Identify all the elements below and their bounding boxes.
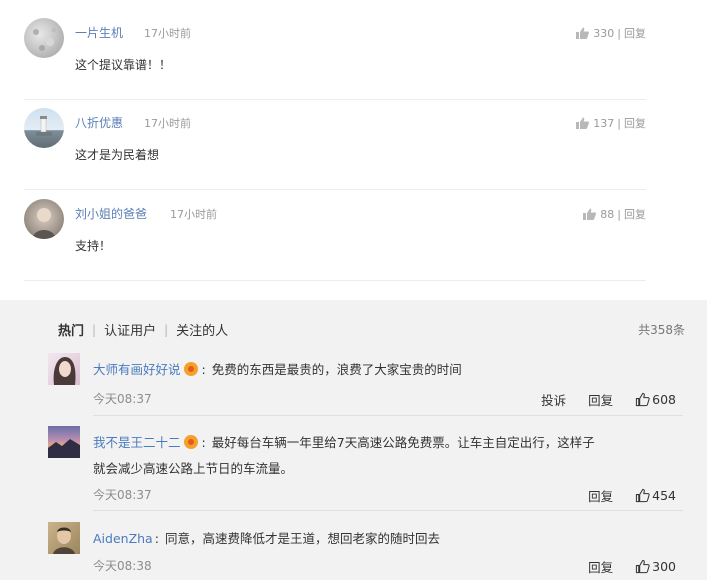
comment-filter-tabs: 热门 | 认证用户 | 关注的人 (58, 320, 228, 340)
avatar[interactable] (24, 108, 64, 148)
avatar[interactable] (48, 522, 80, 554)
comment-username[interactable]: 我不是王二十二 (93, 435, 181, 450)
reply-link[interactable]: 回复 (588, 557, 613, 576)
reply-link[interactable]: 回复 (588, 390, 613, 409)
like-count: 300 (652, 559, 676, 574)
divider (93, 510, 683, 511)
comment-text: 最好每台车辆一年里给7天高速公路免费票。让车主自定出行，这样子 (211, 435, 595, 450)
comment-text: 这才是为民着想 (75, 148, 160, 162)
colon: : (201, 435, 206, 450)
comment-item: 我不是王二十二: 最好每台车辆一年里给7天高速公路免费票。让车主自定出行，这样子 … (48, 426, 688, 511)
comment-text: 免费的东西是最贵的，浪费了大家宝贵的时间 (211, 362, 462, 377)
like-count: 608 (652, 392, 676, 407)
comment-body: 我不是王二十二: 最好每台车辆一年里给7天高速公路免费票。让车主自定出行，这样子 … (93, 430, 673, 482)
sunset-landscape-avatar-icon (48, 439, 80, 458)
like-count: 88 (600, 207, 615, 221)
thumbs-up-icon (636, 559, 650, 574)
comment-text: 支持！ (75, 239, 112, 253)
comment-actions: 回复 454 (566, 486, 676, 505)
comment-time: 今天08:38 (93, 559, 152, 573)
colon: : (201, 362, 206, 377)
comment-body: AidenZha: 同意，高速费降低才是王道，想回老家的随时回去 (93, 526, 673, 552)
like-button[interactable]: 300 (635, 559, 676, 574)
like-count: 330 (593, 26, 615, 40)
reply-link[interactable]: 回复 (624, 206, 646, 222)
report-link[interactable]: 投诉 (541, 390, 566, 409)
comment-username[interactable]: 一片生机 (75, 24, 123, 41)
comment-text: 同意，高速费降低才是王道，想回老家的随时回去 (164, 531, 440, 546)
comment-username[interactable]: 刘小姐的爸爸 (75, 205, 147, 222)
comment-time: 今天08:37 (93, 392, 152, 406)
vip-badge-icon (183, 362, 198, 376)
like-count: 454 (652, 488, 676, 503)
separator: | (617, 26, 621, 40)
comment-body: 大师有画好好说: 免费的东西是最贵的，浪费了大家宝贵的时间 (93, 357, 673, 383)
comment-time: 今天08:37 (93, 488, 152, 502)
reply-link[interactable]: 回复 (588, 486, 613, 505)
top-comment-list: 一片生机 17小时前 这个提议靠谱！！ 330 | 回复 八折优惠 17小时前 … (0, 0, 707, 300)
woman-photo-avatar-icon (53, 357, 76, 385)
separator: | (164, 322, 169, 337)
man-photo-avatar-icon (53, 527, 75, 554)
comment-total-count: 共358条 (638, 323, 685, 337)
thumbs-up-icon[interactable] (576, 27, 590, 39)
avatar[interactable] (48, 353, 80, 385)
comment-actions: 88 | 回复 (583, 206, 646, 222)
comment-item: 八折优惠 17小时前 这才是为民着想 137 | 回复 (24, 100, 646, 190)
comment-actions: 回复 300 (566, 557, 676, 576)
comment-username[interactable]: AidenZha (93, 531, 153, 546)
avatar[interactable] (24, 18, 64, 58)
like-count: 137 (593, 116, 615, 130)
comment-time: 17小时前 (144, 117, 191, 130)
separator: | (617, 116, 621, 130)
comment-actions: 投诉 回复 608 (519, 390, 676, 409)
like-button[interactable]: 454 (635, 488, 676, 503)
avatar[interactable] (48, 426, 80, 458)
avatar[interactable] (24, 199, 64, 239)
thumbs-up-icon (636, 488, 650, 503)
comment-actions: 330 | 回复 (576, 25, 646, 41)
divider (24, 280, 646, 281)
separator: | (92, 322, 97, 337)
tab-hot[interactable]: 热门 (58, 320, 84, 339)
thumbs-up-icon[interactable] (583, 208, 597, 220)
comment-username[interactable]: 大师有画好好说 (93, 362, 181, 377)
comment-time: 17小时前 (170, 208, 217, 221)
tab-verified-users[interactable]: 认证用户 (104, 320, 156, 339)
thumbs-up-icon (636, 392, 650, 407)
comment-item: 一片生机 17小时前 这个提议靠谱！！ 330 | 回复 (24, 10, 646, 100)
divider (93, 415, 683, 416)
gray-gradient-avatar-icon (33, 28, 56, 51)
vip-badge-icon (183, 435, 198, 449)
reply-link[interactable]: 回复 (624, 25, 646, 41)
comment-username[interactable]: 八折优惠 (75, 114, 123, 131)
comment-text-continued: 就会减少高速公路上节日的车流量。 (93, 461, 294, 476)
hot-comments-panel: 热门 | 认证用户 | 关注的人 共358条 大师有画好好说: 免费的东西是最贵的… (0, 300, 707, 580)
colon: : (154, 531, 159, 546)
comment-item: AidenZha: 同意，高速费降低才是王道，想回老家的随时回去 今天08:38 … (48, 522, 688, 580)
comment-text: 这个提议靠谱！！ (75, 58, 172, 72)
comment-item: 大师有画好好说: 免费的东西是最贵的，浪费了大家宝贵的时间 今天08:37 投诉 … (48, 353, 688, 416)
child-photo-avatar-icon (32, 208, 56, 239)
comment-item: 刘小姐的爸爸 17小时前 支持！ 88 | 回复 (24, 191, 646, 281)
thumbs-up-icon[interactable] (576, 117, 590, 129)
tab-following[interactable]: 关注的人 (176, 320, 228, 339)
reply-link[interactable]: 回复 (624, 115, 646, 131)
lighthouse-photo-avatar-icon (36, 116, 52, 136)
divider (24, 189, 646, 190)
comment-actions: 137 | 回复 (576, 115, 646, 131)
like-button[interactable]: 608 (635, 392, 676, 407)
separator: | (617, 207, 621, 221)
comment-time: 17小时前 (144, 27, 191, 40)
